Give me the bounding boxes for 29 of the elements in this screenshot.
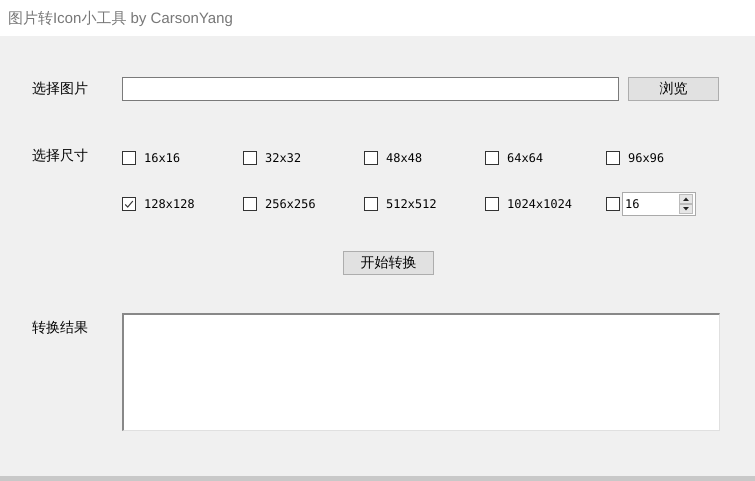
field-label: 选择尺寸 [32, 147, 89, 166]
size-option-label: 96x96 [628, 151, 664, 165]
checkbox[interactable] [243, 151, 257, 165]
result-text-area[interactable] [122, 313, 720, 431]
checkbox[interactable] [485, 151, 499, 165]
checkbox[interactable] [606, 151, 620, 165]
size-option-label: 512x512 [386, 197, 437, 211]
spinner-arrows-icon[interactable] [679, 194, 693, 214]
browse-button[interactable]: 浏览 [628, 77, 719, 101]
size-option-label: 1024x1024 [507, 197, 572, 211]
checkbox[interactable] [364, 197, 378, 211]
field-label: 转换结果 [32, 319, 89, 338]
checkbox[interactable] [122, 197, 136, 211]
checkbox[interactable] [606, 197, 620, 211]
start-button[interactable]: 开始转换 [343, 251, 434, 275]
window-title: 图片转Icon小工具 by CarsonYang [8, 8, 233, 28]
size-spinner[interactable]: 16 [622, 192, 696, 216]
size-option-label: 64x64 [507, 151, 544, 165]
image-path-field[interactable] [122, 77, 619, 101]
size-option-label: 256x256 [265, 197, 316, 211]
size-option-label: 32x32 [265, 151, 302, 165]
size-option-label: 128x128 [144, 197, 195, 211]
field-label: 选择图片 [32, 80, 89, 98]
size-option-label: 16x16 [144, 151, 180, 165]
checkbox[interactable] [122, 151, 136, 165]
checkbox[interactable] [485, 197, 499, 211]
checkbox[interactable] [243, 197, 257, 211]
checkbox[interactable] [364, 151, 378, 165]
size-option-label: 48x48 [386, 151, 422, 165]
